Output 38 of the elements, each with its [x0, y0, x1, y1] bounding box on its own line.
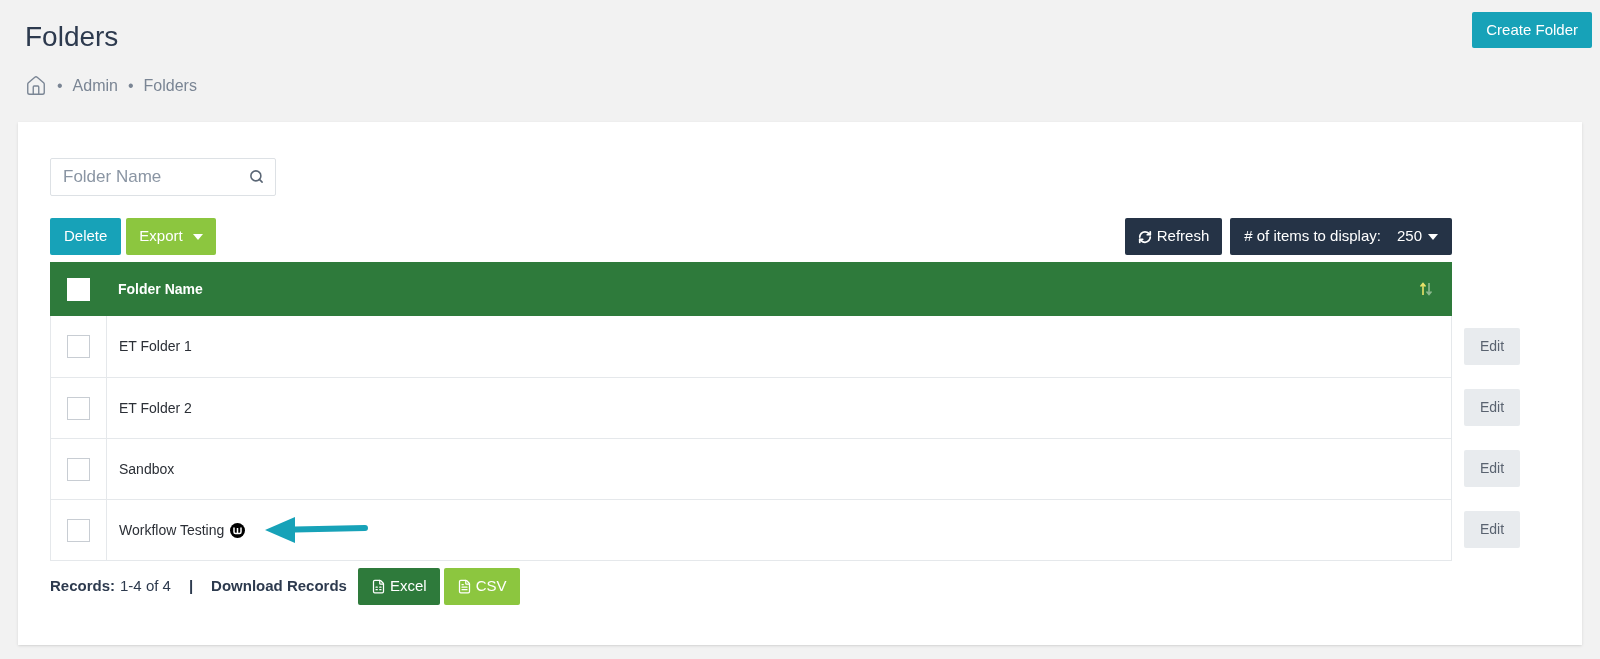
search-field[interactable]: Folder Name [50, 158, 276, 196]
records-count: 1-4 of 4 [120, 576, 171, 597]
items-per-page-dropdown[interactable]: # of items to display: 250 [1230, 218, 1452, 255]
home-icon[interactable] [25, 75, 47, 97]
delete-button[interactable]: Delete [50, 218, 122, 255]
records-label: Records: [50, 576, 116, 597]
checkbox[interactable] [67, 457, 90, 481]
edit-button[interactable]: Edit [1464, 511, 1520, 548]
spreadsheet-icon [370, 579, 386, 594]
checkbox[interactable] [67, 518, 90, 542]
checkbox[interactable] [67, 396, 90, 420]
create-folder-button[interactable]: Create Folder [1472, 12, 1592, 48]
folder-name[interactable]: Workflow Testing [119, 519, 225, 541]
caret-icon [192, 233, 203, 240]
breadcrumb-link[interactable]: Admin [72, 74, 118, 98]
items-value: 250 [1396, 226, 1422, 247]
refresh-icon [1137, 229, 1152, 244]
caret-icon [1428, 233, 1438, 240]
download-records-label: Download Records [211, 576, 347, 597]
sort-icon[interactable] [1419, 282, 1433, 296]
folder-name[interactable]: ET Folder 1 [119, 336, 192, 357]
footer-separator: | [188, 576, 194, 597]
page-title: Folders [25, 20, 119, 54]
edit-button[interactable]: Edit [1464, 328, 1520, 365]
document-icon [456, 579, 472, 594]
checkbox[interactable] [67, 335, 90, 358]
refresh-button[interactable]: Refresh [1124, 218, 1223, 255]
column-header[interactable]: Folder Name [118, 278, 203, 300]
edit-button[interactable]: Edit [1464, 450, 1520, 487]
breadcrumb-separator: • [57, 76, 63, 96]
folder-name[interactable]: ET Folder 2 [119, 397, 192, 419]
edit-button[interactable]: Edit [1464, 389, 1520, 426]
excel-button[interactable]: Excel [357, 568, 440, 605]
items-label: # of items to display: [1244, 226, 1381, 247]
breadcrumb-separator: • [127, 76, 134, 96]
search-icon[interactable] [249, 169, 264, 184]
folder-name[interactable]: Sandbox [119, 458, 175, 480]
breadcrumb-link[interactable]: Folders [143, 74, 197, 98]
